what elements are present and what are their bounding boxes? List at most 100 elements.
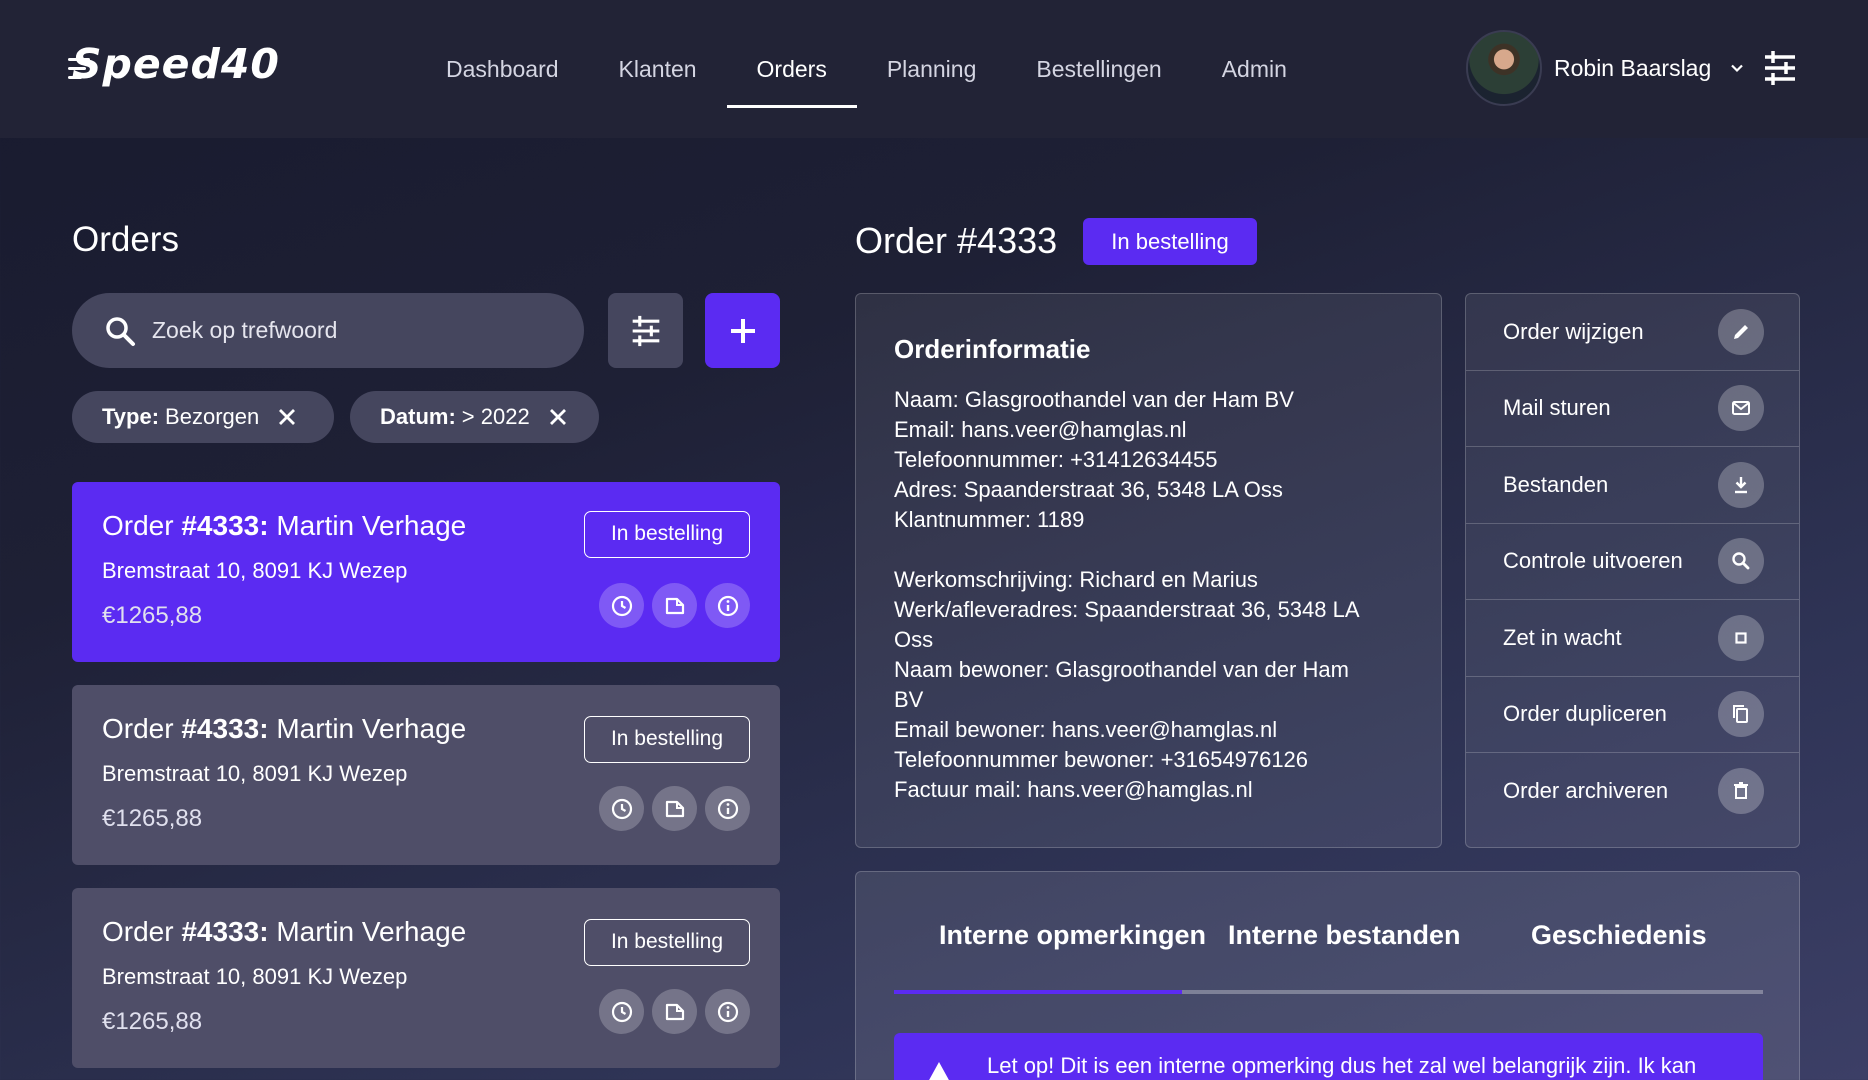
- info-line: Email bewoner: hans.veer@hamglas.nl: [894, 717, 1278, 742]
- status-badge: In bestelling: [584, 716, 750, 763]
- filter-chip-type: Type: Bezorgen: [72, 391, 334, 443]
- info-icon[interactable]: [705, 989, 750, 1034]
- action-label: Zet in wacht: [1503, 624, 1622, 650]
- info-line: Telefoonnummer: +31412634455: [894, 447, 1218, 472]
- copy-icon: [1718, 691, 1764, 738]
- info-line: Oss: [894, 627, 934, 652]
- order-address: Bremstraat 10, 8091 KJ Wezep: [102, 558, 408, 583]
- info-icon[interactable]: [705, 583, 750, 628]
- action-label: Mail sturen: [1503, 395, 1611, 421]
- archive-order-button[interactable]: Order archiveren: [1466, 753, 1799, 830]
- tabs-panel: Interne opmerkingen Interne bestanden Ge…: [855, 871, 1800, 1080]
- info-line: Naam bewoner: Glasgroothandel van der Ha…: [894, 657, 1349, 682]
- nav-item-admin[interactable]: Admin: [1192, 0, 1317, 138]
- info-icon[interactable]: [705, 786, 750, 831]
- mail-icon: [1718, 385, 1764, 432]
- top-header: Speed40 Dashboard Klanten Orders Plannin…: [0, 0, 1868, 138]
- stop-icon: [1718, 614, 1764, 661]
- nav-item-planning[interactable]: Planning: [857, 0, 1007, 138]
- filter-chip-key: Type:: [102, 404, 160, 429]
- order-card-actions: [599, 583, 750, 628]
- user-name: Robin Baarslag: [1554, 54, 1712, 81]
- status-badge: In bestelling: [584, 511, 750, 558]
- order-card[interactable]: Order #4333: Martin Verhage Bremstraat 1…: [72, 888, 780, 1068]
- filter-chip-value: Bezorgen: [165, 404, 260, 429]
- search-bar[interactable]: [72, 293, 584, 368]
- sliders-icon[interactable]: [1762, 50, 1798, 86]
- nav-item-dashboard[interactable]: Dashboard: [416, 0, 589, 138]
- order-detail-title: Order #4333: [855, 220, 1058, 261]
- plus-icon: [730, 318, 755, 343]
- tab-geschiedenis[interactable]: Geschiedenis: [1531, 920, 1707, 951]
- clock-icon[interactable]: [599, 786, 644, 831]
- trash-icon: [1718, 768, 1764, 815]
- clock-icon[interactable]: [599, 989, 644, 1034]
- nav-item-orders[interactable]: Orders: [726, 0, 858, 138]
- speed40-logo[interactable]: Speed40: [68, 40, 280, 96]
- sliders-icon: [632, 315, 659, 346]
- info-line: Telefoonnummer bewoner: +31654976126: [894, 747, 1309, 772]
- file-icon[interactable]: [652, 989, 697, 1034]
- action-label: Controle uitvoeren: [1503, 548, 1683, 574]
- order-card[interactable]: Order #4333: Martin Verhage Bremstraat 1…: [72, 482, 780, 662]
- nav-item-klanten[interactable]: Klanten: [589, 0, 727, 138]
- active-tab-indicator: [894, 990, 1182, 994]
- info-line: Naam: Glasgroothandel van der Ham BV: [894, 387, 1294, 412]
- order-address: Bremstraat 10, 8091 KJ Wezep: [102, 761, 408, 786]
- add-order-button[interactable]: [705, 293, 780, 368]
- search-input[interactable]: [152, 317, 552, 344]
- logo-text: Speed40: [72, 40, 280, 88]
- filter-chip-datum: Datum: > 2022: [350, 391, 599, 443]
- nav-item-bestellingen[interactable]: Bestellingen: [1006, 0, 1191, 138]
- order-address: Bremstraat 10, 8091 KJ Wezep: [102, 964, 408, 989]
- speed-lines-icon: [68, 58, 94, 85]
- tab-interne-bestanden[interactable]: Interne bestanden: [1228, 920, 1461, 951]
- user-menu[interactable]: Robin Baarslag: [1466, 30, 1745, 106]
- file-icon[interactable]: [652, 786, 697, 831]
- pencil-icon: [1718, 308, 1764, 355]
- filter-chip-key: Datum:: [380, 404, 456, 429]
- edit-order-button[interactable]: Order wijzigen: [1466, 294, 1799, 371]
- page-title: Orders: [72, 220, 179, 259]
- info-line: Email: hans.veer@hamglas.nl: [894, 417, 1187, 442]
- avatar: [1466, 30, 1542, 106]
- file-icon[interactable]: [652, 583, 697, 628]
- action-label: Order archiveren: [1503, 778, 1669, 804]
- status-badge: In bestelling: [584, 919, 750, 966]
- action-label: Order dupliceren: [1503, 701, 1667, 727]
- info-line: Adres: Spaanderstraat 36, 5348 LA Oss: [894, 477, 1283, 502]
- close-icon[interactable]: [548, 407, 568, 427]
- status-badge: In bestelling: [1083, 218, 1257, 265]
- order-actions-panel: Order wijzigen Mail sturen Bestanden Con…: [1465, 293, 1800, 848]
- main-nav: Dashboard Klanten Orders Planning Bestel…: [416, 0, 1317, 138]
- info-line: Klantnummer: 1189: [894, 507, 1085, 532]
- warning-icon: [929, 1062, 949, 1080]
- put-on-hold-button[interactable]: Zet in wacht: [1466, 600, 1799, 677]
- clock-icon[interactable]: [599, 583, 644, 628]
- tab-interne-opmerkingen[interactable]: Interne opmerkingen: [939, 920, 1206, 951]
- order-card-actions: [599, 989, 750, 1034]
- order-info-panel: Orderinformatie Naam: Glasgroothandel va…: [855, 293, 1442, 848]
- send-mail-button[interactable]: Mail sturen: [1466, 371, 1799, 447]
- info-heading: Orderinformatie: [894, 334, 1091, 364]
- action-label: Bestanden: [1503, 471, 1609, 497]
- internal-note: Let op! Dit is een interne opmerking dus…: [894, 1033, 1763, 1080]
- note-text: Let op! Dit is een interne opmerking dus…: [987, 1053, 1697, 1078]
- action-label: Order wijzigen: [1503, 318, 1644, 344]
- info-line: Factuur mail: hans.veer@hamglas.nl: [894, 777, 1253, 802]
- download-icon: [1718, 461, 1764, 508]
- info-line: Werkomschrijving: Richard en Marius: [894, 567, 1258, 592]
- close-icon[interactable]: [277, 407, 297, 427]
- filter-button[interactable]: [608, 293, 683, 368]
- info-line: Werk/afleveradres: Spaanderstraat 36, 53…: [894, 597, 1360, 622]
- files-button[interactable]: Bestanden: [1466, 447, 1799, 524]
- search-icon: [106, 316, 135, 346]
- order-card[interactable]: Order #4333: Martin Verhage Bremstraat 1…: [72, 685, 780, 865]
- duplicate-order-button[interactable]: Order dupliceren: [1466, 677, 1799, 753]
- order-card-actions: [599, 786, 750, 831]
- info-line: BV: [894, 687, 924, 712]
- chevron-down-icon[interactable]: [1729, 60, 1745, 76]
- search-icon: [1718, 538, 1764, 585]
- run-check-button[interactable]: Controle uitvoeren: [1466, 524, 1799, 600]
- filter-chip-value: > 2022: [461, 404, 530, 429]
